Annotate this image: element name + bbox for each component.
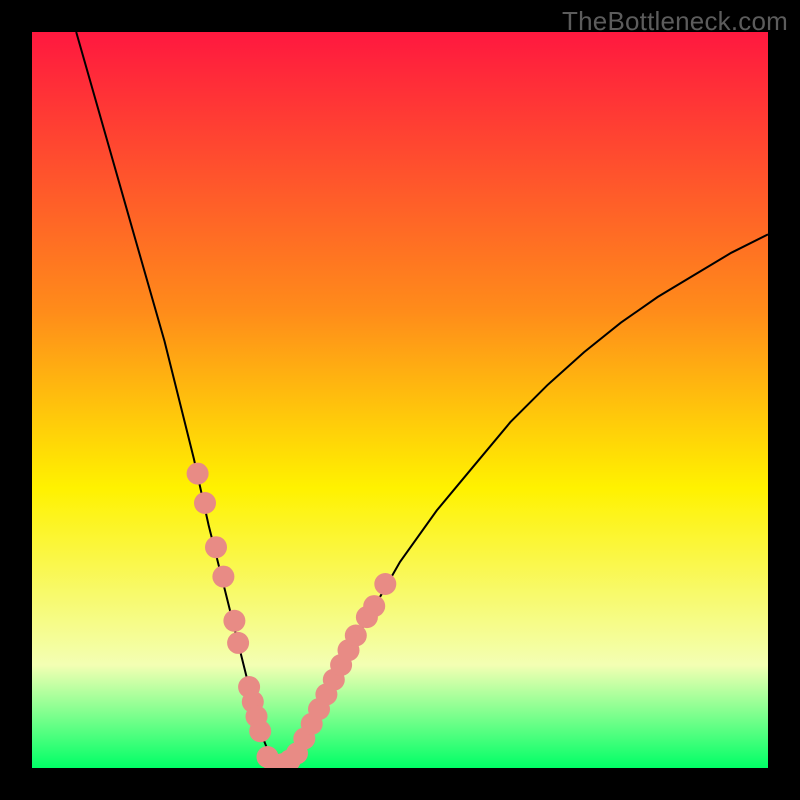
curve-marker	[345, 625, 367, 647]
curve-marker	[187, 463, 209, 485]
curve-marker	[227, 632, 249, 654]
curve-marker	[212, 566, 234, 588]
curve-marker	[374, 573, 396, 595]
curve-marker	[223, 610, 245, 632]
gradient-background	[32, 32, 768, 768]
curve-marker	[249, 720, 271, 742]
curve-marker	[363, 595, 385, 617]
bottleneck-chart	[32, 32, 768, 768]
watermark-text: TheBottleneck.com	[562, 6, 788, 37]
chart-frame: TheBottleneck.com	[0, 0, 800, 800]
plot-area	[32, 32, 768, 768]
curve-marker	[194, 492, 216, 514]
curve-marker	[205, 536, 227, 558]
